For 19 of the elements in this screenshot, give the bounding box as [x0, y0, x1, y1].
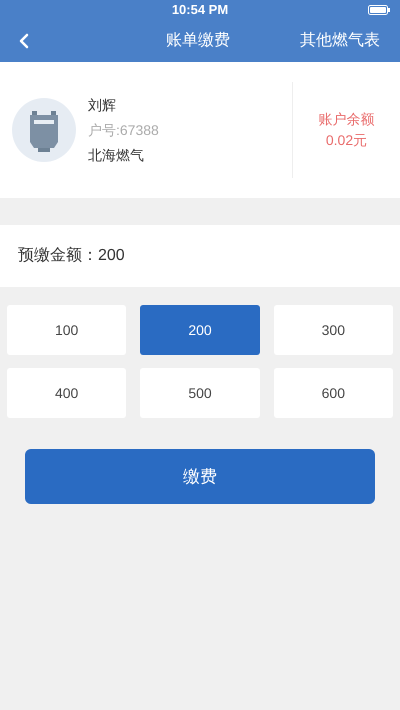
- amount-option[interactable]: 400: [7, 368, 126, 418]
- user-name: 刘辉: [88, 96, 117, 114]
- pay-button[interactable]: 缴费: [25, 449, 375, 504]
- amount-option[interactable]: 200: [140, 305, 260, 355]
- battery-icon: [368, 5, 390, 15]
- gas-company: 北海燃气: [88, 146, 145, 164]
- amount-option[interactable]: 100: [7, 305, 126, 355]
- amount-value: 200: [98, 246, 125, 266]
- amount-option[interactable]: 500: [140, 368, 260, 418]
- amount-option[interactable]: 600: [274, 368, 393, 418]
- amount-option[interactable]: 300: [274, 305, 393, 355]
- gas-meter-icon: [12, 98, 76, 162]
- status-time: 10:54 PM: [172, 1, 228, 20]
- account-number: 户号:67388: [88, 120, 159, 140]
- balance-label: 账户余额: [318, 110, 374, 129]
- page-title: 账单缴费: [166, 30, 230, 51]
- balance-value: 0.02元: [326, 131, 368, 150]
- amount-label: 预缴金额：: [18, 246, 98, 266]
- other-meter-button[interactable]: 其他燃气表: [300, 29, 380, 53]
